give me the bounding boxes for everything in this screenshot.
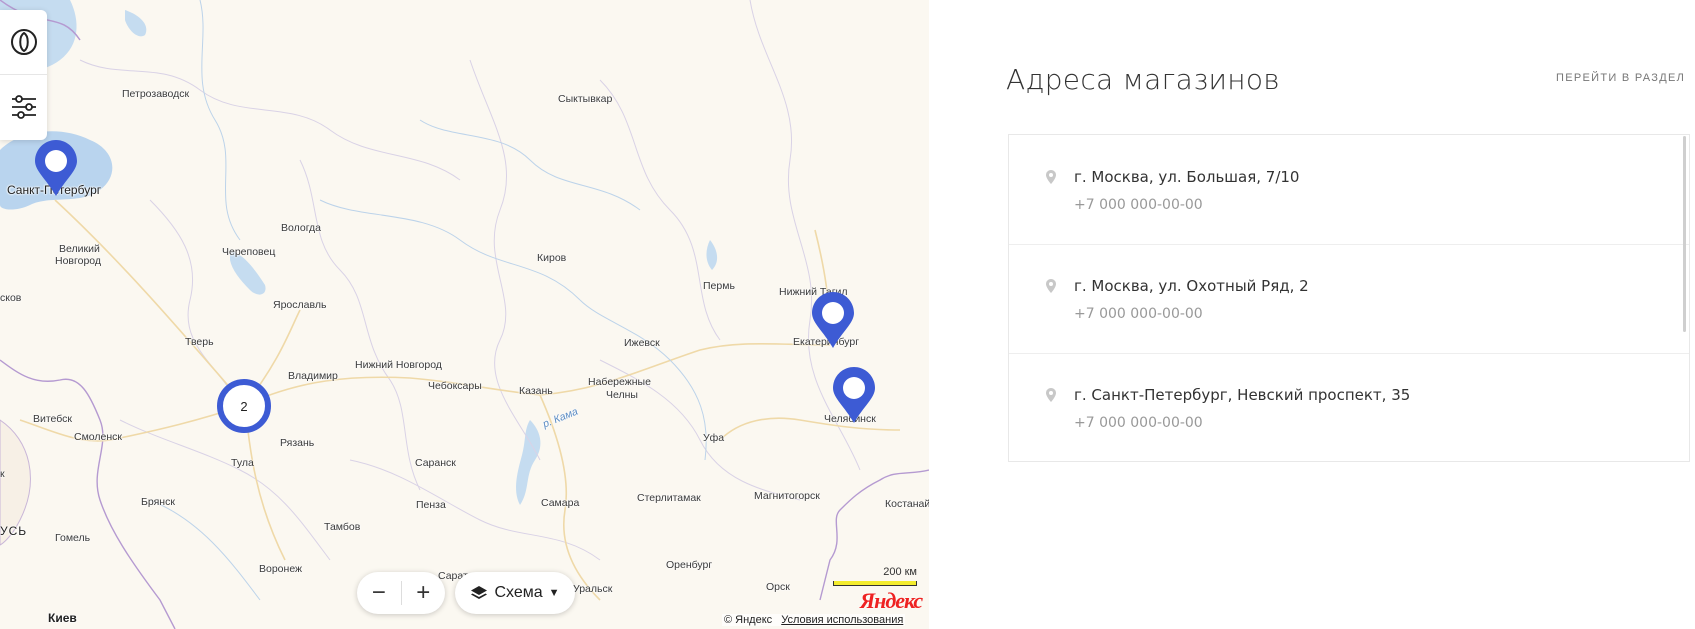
country-label: УСЬ <box>0 524 28 538</box>
map-controls-panel <box>0 10 47 140</box>
city-label: Вологда <box>281 222 322 234</box>
map-pin-icon <box>833 367 875 423</box>
store-list-item[interactable]: г. Москва, ул. Большая, 7/10 +7 000 000-… <box>1009 135 1689 245</box>
scale-label: 200 км <box>883 566 917 578</box>
city-label: сков <box>0 292 22 304</box>
target-icon <box>10 29 37 55</box>
store-address: г. Москва, ул. Охотный Ряд, 2 <box>1074 277 1309 295</box>
city-label: Гомель <box>55 532 91 544</box>
city-label: Великий <box>59 243 100 255</box>
city-label: Самара <box>541 497 580 509</box>
map-layers-dropdown[interactable]: Схема ▼ <box>455 572 575 614</box>
city-label: Сыктывкар <box>558 93 613 105</box>
cluster-count: 2 <box>240 398 248 414</box>
city-label: Орск <box>766 581 790 593</box>
caret-down-icon: ▼ <box>548 587 560 599</box>
go-to-section-link[interactable]: ПЕРЕЙТИ В РАЗДЕЛ <box>1556 72 1685 84</box>
city-label: к <box>0 468 5 480</box>
layers-icon <box>471 586 488 599</box>
map-pin-icon <box>812 292 854 348</box>
minus-icon: − <box>371 579 386 606</box>
city-label: Костанай <box>885 498 929 510</box>
terms-link[interactable]: Условия использования <box>781 614 903 626</box>
zoom-in-button[interactable]: + <box>402 572 446 614</box>
city-label: Тамбов <box>324 521 361 533</box>
city-label: Брянск <box>141 496 175 508</box>
city-label: Киров <box>537 252 567 264</box>
store-list[interactable]: г. Москва, ул. Большая, 7/10 +7 000 000-… <box>1008 134 1690 462</box>
city-label: Киев <box>48 611 77 625</box>
filter-button[interactable] <box>0 75 47 139</box>
store-phone: +7 000 000-00-00 <box>1074 306 1203 322</box>
city-label: Ярославль <box>273 299 327 311</box>
city-label: Новгород <box>55 255 102 267</box>
store-phone: +7 000 000-00-00 <box>1074 197 1203 213</box>
city-label: Уфа <box>703 432 725 444</box>
city-label: Смоленск <box>74 431 123 443</box>
map-pin-icon <box>35 140 77 196</box>
layers-label: Схема <box>494 584 543 601</box>
store-map-pin[interactable] <box>831 365 877 425</box>
city-label: Витебск <box>33 413 73 425</box>
store-cluster-marker[interactable]: 2 <box>217 379 271 433</box>
map-copyright: © Яндекс Условия использования <box>722 614 906 626</box>
scale-bar <box>833 581 917 586</box>
city-label: Череповец <box>222 246 276 258</box>
copyright-text: © Яндекс <box>724 614 773 626</box>
city-label: Набережные <box>588 376 651 388</box>
city-label: Рязань <box>280 437 315 449</box>
location-pin-icon <box>1046 388 1056 402</box>
stores-panel: Адреса магазинов ПЕРЕЙТИ В РАЗДЕЛ г. Мос… <box>929 0 1695 629</box>
city-label: Пенза <box>416 499 446 511</box>
map[interactable]: Петрозаводск Сыктывкар Санкт-Петербург В… <box>0 0 929 629</box>
store-list-item[interactable]: г. Москва, ул. Охотный Ряд, 2 +7 000 000… <box>1009 244 1689 354</box>
city-label: Воронеж <box>259 563 303 575</box>
city-label: Ижевск <box>624 337 660 349</box>
location-pin-icon <box>1046 170 1056 184</box>
map-mode-button[interactable] <box>0 10 47 75</box>
city-label: Челны <box>606 389 638 401</box>
store-phone: +7 000 000-00-00 <box>1074 415 1203 431</box>
city-label: Магнитогорск <box>754 490 820 502</box>
city-label: Тверь <box>185 336 214 348</box>
store-address: г. Санкт-Петербург, Невский проспект, 35 <box>1074 386 1411 404</box>
sliders-icon <box>11 95 36 119</box>
city-label: Владимир <box>288 370 338 382</box>
zoom-out-button[interactable]: − <box>357 572 401 614</box>
location-pin-icon <box>1046 279 1056 293</box>
store-address: г. Москва, ул. Большая, 7/10 <box>1074 168 1300 186</box>
city-label: Петрозаводск <box>122 88 190 100</box>
map-scale: 200 км <box>833 566 917 586</box>
city-label: Саранск <box>415 457 456 469</box>
city-label: Нижний Новгород <box>355 359 442 371</box>
city-label: Уральск <box>573 583 613 595</box>
city-label: Казань <box>519 385 553 397</box>
city-label: Оренбург <box>666 559 713 571</box>
store-map-pin[interactable] <box>810 290 856 350</box>
page-title: Адреса магазинов <box>1006 63 1280 96</box>
zoom-control: − + <box>357 572 445 614</box>
list-scrollbar[interactable] <box>1683 136 1686 332</box>
yandex-logo[interactable]: Яндекс <box>860 588 923 614</box>
city-label: Стерлитамак <box>637 492 701 504</box>
city-label: Пермь <box>703 280 735 292</box>
store-list-item[interactable]: г. Санкт-Петербург, Невский проспект, 35… <box>1009 353 1689 462</box>
city-label: Тула <box>231 457 254 469</box>
city-label: Чебоксары <box>428 380 482 392</box>
plus-icon: + <box>416 579 431 606</box>
store-map-pin[interactable] <box>33 138 79 198</box>
